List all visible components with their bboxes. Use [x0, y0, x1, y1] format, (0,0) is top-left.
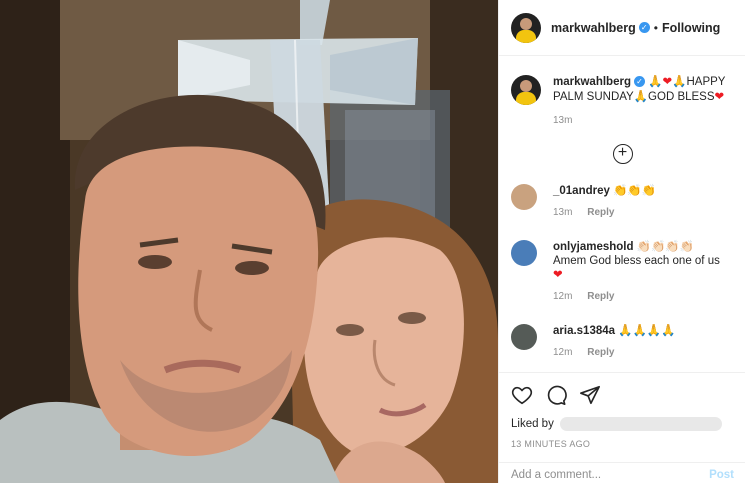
- comment-emoji: 👏🏻👏🏻👏🏻👏🏻: [636, 241, 695, 253]
- share-icon[interactable]: [579, 384, 601, 406]
- post-header: markwahlberg ✓ • Following: [499, 0, 745, 56]
- liked-by-row: Liked by: [511, 417, 734, 431]
- add-comment-input[interactable]: Add a comment...: [511, 469, 601, 483]
- post-photo[interactable]: [0, 0, 498, 483]
- liked-by-users-redacted[interactable]: [559, 417, 722, 431]
- commenter-avatar[interactable]: [511, 184, 537, 210]
- caption-heart-emoji-end: ❤: [714, 91, 725, 103]
- comment-text: 🙏🙏🙏🙏: [618, 325, 676, 337]
- selfie-illustration: [0, 0, 498, 483]
- author-avatar[interactable]: [511, 12, 541, 43]
- heart-icon[interactable]: [511, 384, 533, 406]
- comment-heart-emoji: ❤: [553, 269, 563, 281]
- comment-icon[interactable]: [545, 384, 567, 406]
- comment-time[interactable]: 13m: [553, 207, 572, 218]
- commenter-avatar[interactable]: [511, 324, 537, 350]
- reply-button[interactable]: Reply: [587, 291, 614, 302]
- reply-button[interactable]: Reply: [587, 207, 614, 218]
- comment-item: aria.s1384a 🙏🙏🙏🙏 12m Reply: [511, 324, 734, 360]
- comment-time[interactable]: 12m: [553, 291, 572, 302]
- post-timestamp[interactable]: 13 MINUTES AGO: [511, 439, 734, 449]
- comment-text: 👏👏👏: [613, 185, 657, 197]
- caption-emoji-pray: 🙏: [648, 76, 663, 88]
- caption-body: markwahlberg ✓ 🙏❤🙏HAPPY PALM SUNDAY🙏GOD B…: [553, 75, 733, 128]
- header-separator: •: [653, 20, 658, 35]
- author-username[interactable]: markwahlberg: [551, 21, 636, 35]
- post-comment-button[interactable]: Post: [709, 469, 734, 483]
- post-caption: markwahlberg ✓ 🙏❤🙏HAPPY PALM SUNDAY🙏GOD B…: [511, 75, 734, 128]
- post-side-panel: markwahlberg ✓ • Following markwahlberg ✓…: [498, 0, 745, 483]
- reply-button[interactable]: Reply: [587, 347, 614, 358]
- verified-badge-icon: ✓: [638, 22, 650, 33]
- comment-item: onlyjameshold 👏🏻👏🏻👏🏻👏🏻 Amem God bless ea…: [511, 240, 734, 304]
- commenter-avatar[interactable]: [511, 240, 537, 266]
- caption-avatar[interactable]: [511, 75, 541, 105]
- post-actions: Liked by 13 MINUTES AGO: [499, 372, 745, 462]
- comment-item: _01andrey 👏👏👏 13m Reply: [511, 184, 734, 220]
- load-more-comments-icon[interactable]: +: [612, 144, 633, 164]
- caption-heart-emoji: ❤: [662, 76, 673, 88]
- comment-text: Amem God bless each one of us: [553, 255, 720, 267]
- comment-time[interactable]: 12m: [553, 347, 572, 358]
- commenter-username[interactable]: onlyjameshold: [553, 241, 634, 253]
- follow-status-button[interactable]: Following: [662, 21, 720, 35]
- caption-verified-badge-icon: ✓: [633, 76, 645, 87]
- comments-list[interactable]: markwahlberg ✓ 🙏❤🙏HAPPY PALM SUNDAY🙏GOD B…: [499, 57, 745, 370]
- commenter-username[interactable]: _01andrey: [553, 185, 610, 197]
- commenter-username[interactable]: aria.s1384a: [553, 325, 615, 337]
- caption-time[interactable]: 13m: [553, 115, 572, 126]
- caption-username[interactable]: markwahlberg: [553, 76, 631, 88]
- liked-by-label: Liked by: [511, 418, 554, 430]
- add-comment-bar: Add a comment... Post: [499, 462, 745, 483]
